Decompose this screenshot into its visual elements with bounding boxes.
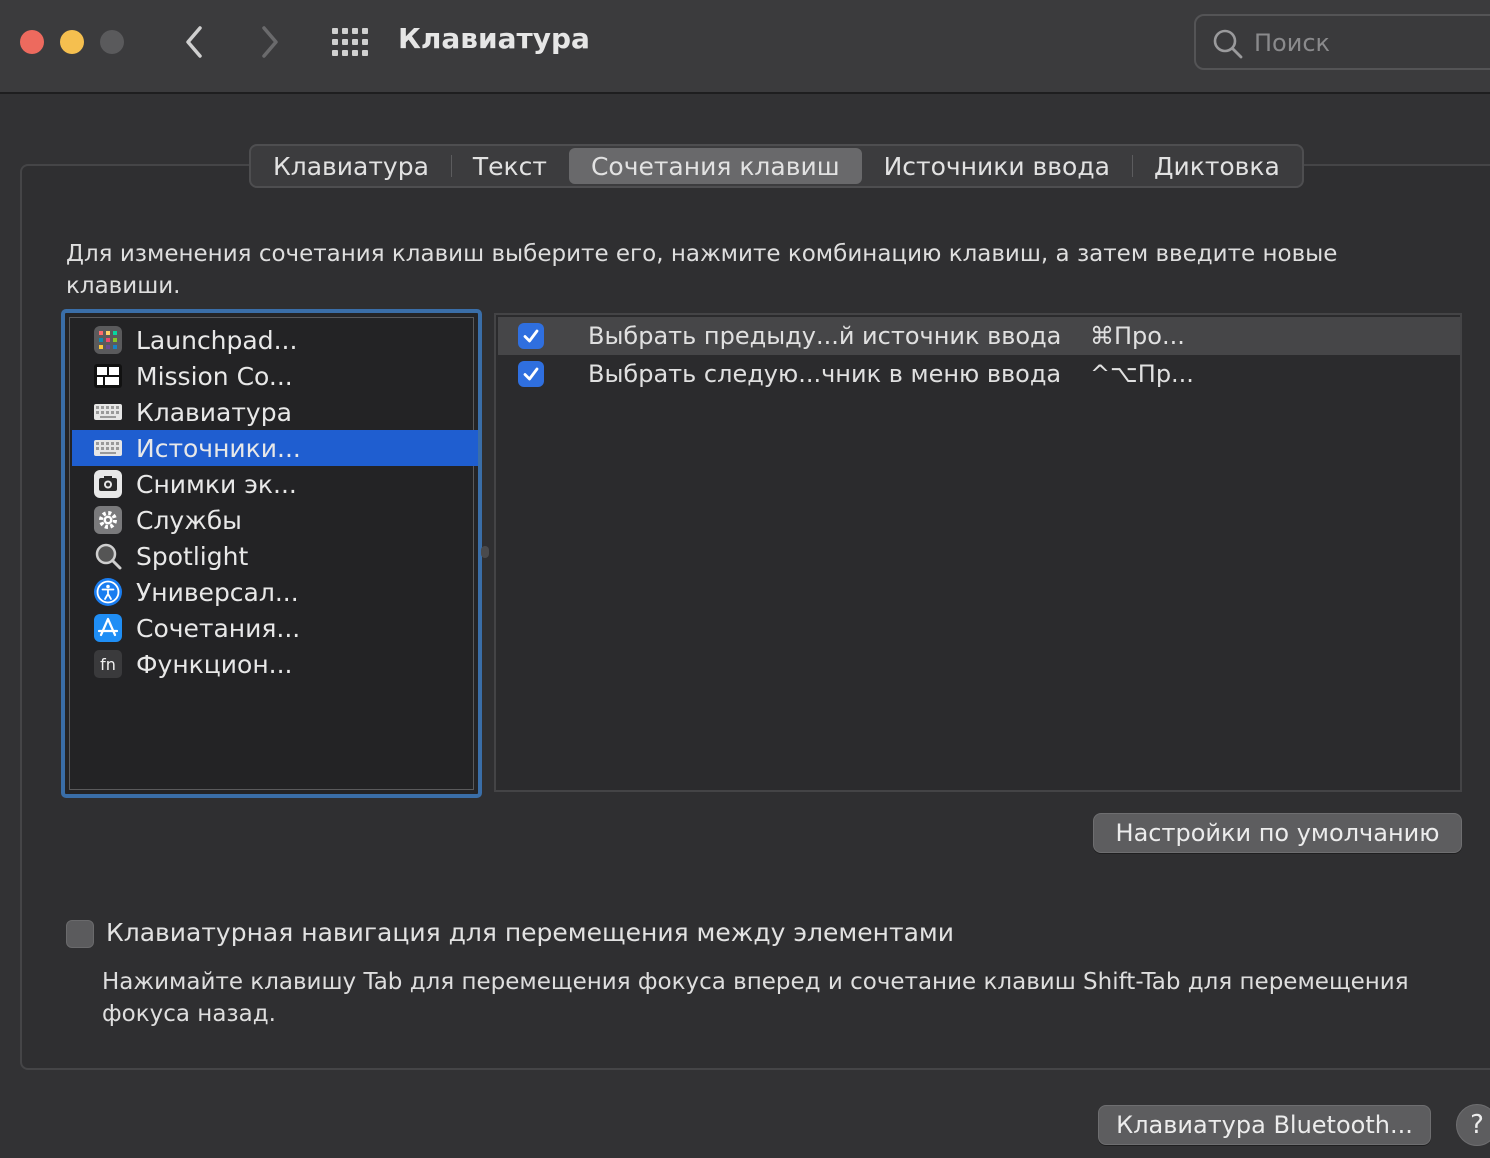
- tab-text[interactable]: Текст: [450, 146, 569, 186]
- launchpad-icon: [94, 326, 122, 354]
- search-input[interactable]: [1254, 26, 1484, 60]
- bluetooth-keyboard-button[interactable]: Клавиатура Bluetooth...: [1098, 1105, 1431, 1145]
- shortcut-checkbox[interactable]: [518, 361, 544, 387]
- instructions-text: Для изменения сочетания клавиш выберите …: [66, 241, 1338, 299]
- category-list[interactable]: Launchpad... Mission Co... Клавиатура Ис…: [61, 309, 482, 798]
- tab-bar: Клавиатура Текст Сочетания клавиш Источн…: [249, 144, 1304, 188]
- close-window-button[interactable]: [20, 30, 44, 54]
- keyboard-navigation-description: Нажимайте клавишу Tab для перемещения фо…: [102, 969, 1409, 1027]
- magnifier-icon: [94, 542, 122, 570]
- category-label: Снимки эк...: [136, 469, 297, 499]
- checkmark-icon: [523, 367, 539, 381]
- category-item-keyboard[interactable]: Клавиатура: [72, 394, 478, 430]
- keyboard-navigation-label: Клавиатурная навигация для перемещения м…: [106, 918, 954, 947]
- category-label: Spotlight: [136, 541, 249, 571]
- category-list-inner: Launchpad... Mission Co... Клавиатура Ис…: [69, 317, 478, 790]
- keyboard-icon: [94, 434, 122, 462]
- zoom-window-button[interactable]: [100, 30, 124, 54]
- shortcut-row[interactable]: Выбрать следую...чник в меню ввода ^⌥Пр.…: [498, 355, 1460, 393]
- category-label: Mission Co...: [136, 361, 293, 391]
- category-item-accessibility[interactable]: Универсал...: [72, 574, 478, 610]
- split-view-handle[interactable]: [481, 546, 489, 558]
- category-item-screenshots[interactable]: Снимки эк...: [72, 466, 478, 502]
- title-bar: Клавиатура: [0, 0, 1490, 94]
- keyboard-navigation-checkbox[interactable]: [66, 920, 94, 948]
- category-item-mission-control[interactable]: Mission Co...: [72, 358, 478, 394]
- category-item-input-sources[interactable]: Источники...: [72, 430, 478, 466]
- window-title: Клавиатура: [398, 22, 590, 55]
- category-label: Функцион...: [136, 649, 293, 679]
- shortcut-label: Выбрать предыду...й источник ввода: [588, 322, 1062, 350]
- shortcut-key[interactable]: ^⌥Пр...: [1090, 360, 1194, 388]
- checkmark-icon: [523, 329, 539, 343]
- minimize-window-button[interactable]: [60, 30, 84, 54]
- app-store-icon: [94, 614, 122, 642]
- gear-icon: [94, 506, 122, 534]
- show-all-grid-icon[interactable]: [332, 28, 370, 56]
- category-item-function-keys[interactable]: fn Функцион...: [72, 646, 478, 682]
- category-label: Сочетания...: [136, 613, 301, 643]
- shortcut-list[interactable]: Выбрать предыду...й источник ввода ⌘Про.…: [494, 313, 1462, 792]
- help-button[interactable]: ?: [1456, 1104, 1490, 1146]
- category-item-app-shortcuts[interactable]: Сочетания...: [72, 610, 478, 646]
- accessibility-icon: [94, 578, 122, 606]
- category-label: Универсал...: [136, 577, 299, 607]
- screenshot-icon: [94, 470, 122, 498]
- shortcut-row[interactable]: Выбрать предыду...й источник ввода ⌘Про.…: [498, 317, 1460, 355]
- shortcut-key[interactable]: ⌘Про...: [1090, 322, 1185, 350]
- chevron-left-icon[interactable]: [180, 24, 210, 60]
- tab-dictation[interactable]: Диктовка: [1131, 146, 1302, 186]
- tab-input-sources[interactable]: Источники ввода: [862, 146, 1132, 186]
- category-label: Клавиатура: [136, 397, 292, 427]
- category-item-spotlight[interactable]: Spotlight: [72, 538, 478, 574]
- shortcut-checkbox[interactable]: [518, 323, 544, 349]
- svg-text:fn: fn: [100, 655, 116, 674]
- mission-control-icon: [94, 362, 122, 390]
- restore-defaults-button[interactable]: Настройки по умолчанию: [1093, 813, 1462, 853]
- search-icon: [1213, 29, 1243, 59]
- category-label: Launchpad...: [136, 325, 298, 355]
- category-label: Источники...: [136, 433, 301, 463]
- shortcut-label: Выбрать следую...чник в меню ввода: [588, 360, 1062, 388]
- search-field[interactable]: [1194, 14, 1490, 70]
- tab-shortcuts[interactable]: Сочетания клавиш: [568, 148, 862, 184]
- category-item-launchpad[interactable]: Launchpad...: [72, 322, 478, 358]
- category-label: Службы: [136, 505, 242, 535]
- chevron-right-icon[interactable]: [254, 24, 284, 60]
- keyboard-icon: [94, 398, 122, 426]
- fn-icon: fn: [94, 650, 122, 678]
- tab-keyboard[interactable]: Клавиатура: [251, 146, 451, 186]
- category-item-services[interactable]: Службы: [72, 502, 478, 538]
